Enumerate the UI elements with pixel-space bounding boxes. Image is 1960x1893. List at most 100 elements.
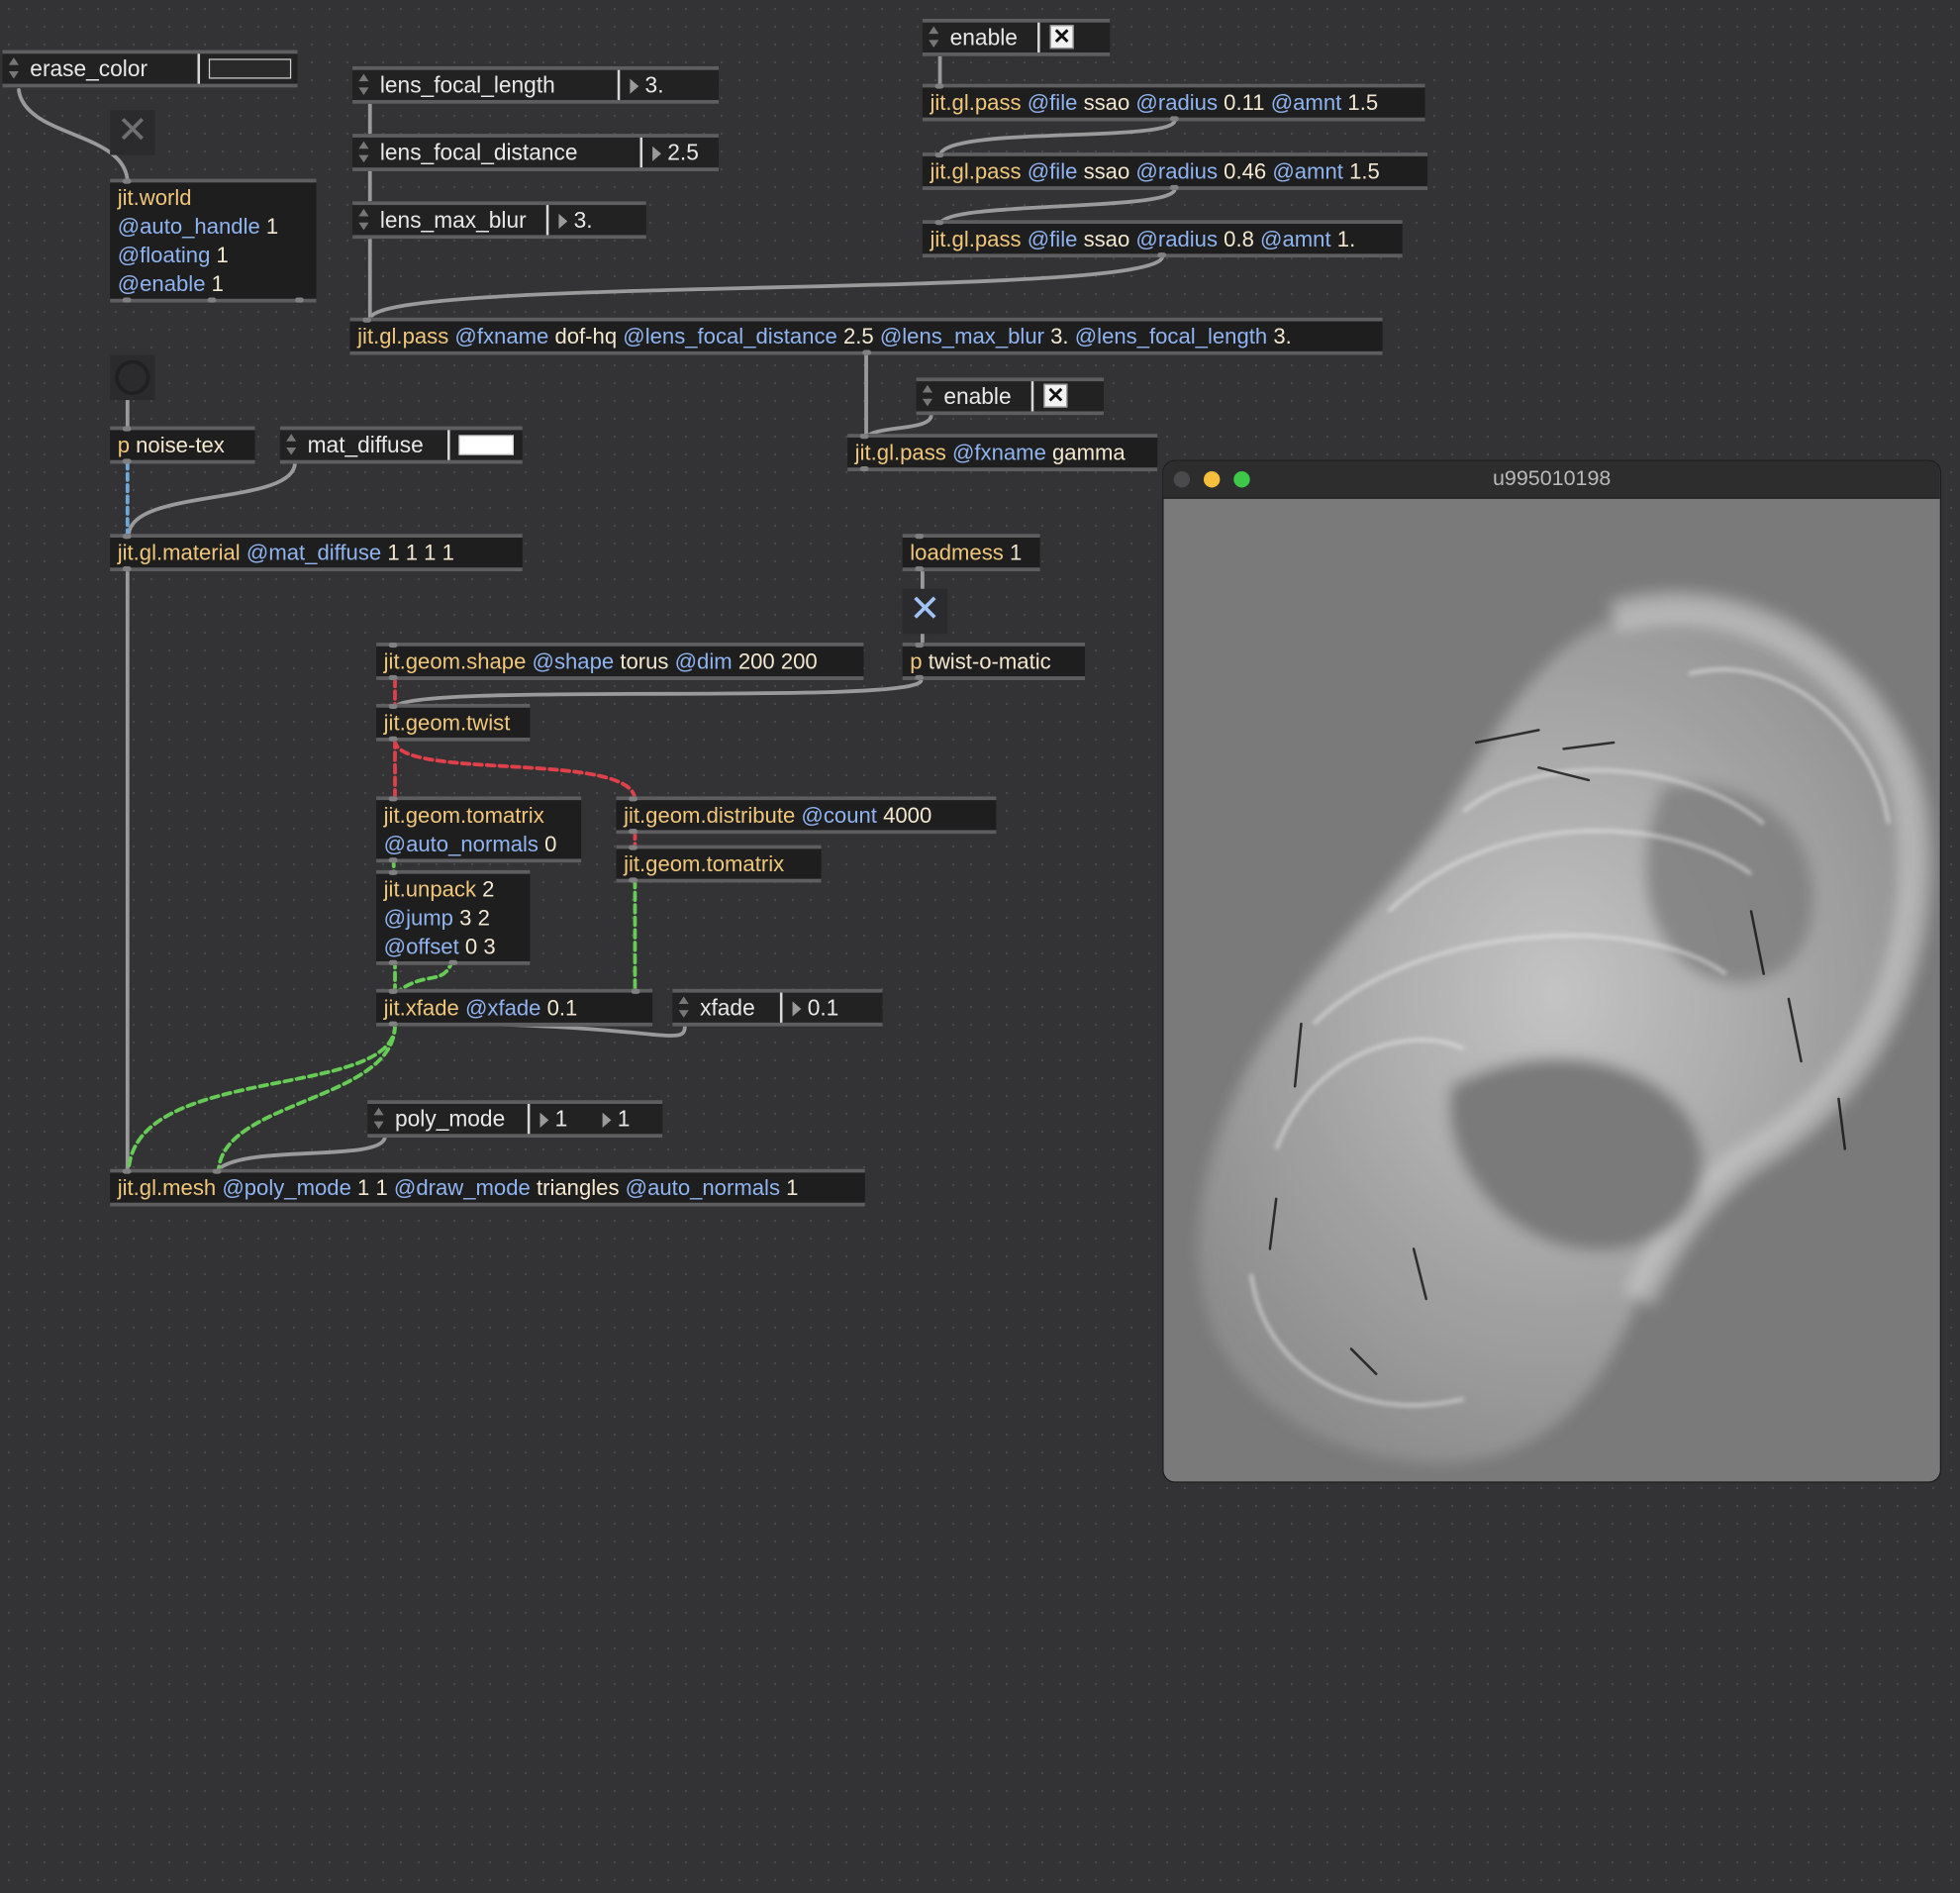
window-title: u995010198 (1492, 465, 1612, 490)
outlet[interactable] (915, 674, 925, 680)
lens-focal-distance-attrui[interactable]: lens_focal_distance 2.5 (352, 134, 720, 171)
jit-geom-distribute-object[interactable]: jit.geom.distribute @count 4000 (616, 796, 997, 835)
inlet[interactable] (122, 426, 132, 432)
attr-number-box[interactable]: 0.1 (793, 993, 839, 1023)
noise-bang[interactable] (110, 354, 155, 401)
attr-stepper-icon[interactable] (677, 995, 690, 1020)
outlet[interactable] (388, 736, 398, 742)
erase-color-swatch[interactable] (208, 58, 292, 79)
inlet[interactable] (388, 643, 398, 648)
outlet[interactable] (448, 959, 458, 965)
ssao-pass-2[interactable]: jit.gl.pass @file ssao @radius 0.46 @amn… (922, 152, 1428, 190)
render-viewport[interactable] (1163, 498, 1940, 1482)
render-window[interactable]: u995010198 (1162, 459, 1941, 1483)
enable-attrui-top[interactable]: enable ✕ (922, 18, 1111, 56)
jit-geom-tomatrix-object-1[interactable]: jit.geom.tomatrix @auto_normals 0 (376, 796, 582, 863)
attr-stepper-icon[interactable] (357, 140, 370, 164)
twisted-torus-render (1197, 591, 1932, 1463)
erase-color-attrui[interactable]: erase_color (2, 50, 298, 88)
cord-twist-to-distribute (393, 738, 637, 803)
xfade-attrui[interactable]: xfade 0.1 (672, 988, 883, 1027)
patch-canvas[interactable]: erase_color ✕ jit.world @auto_handle 1 @… (0, 0, 1960, 1893)
inlet[interactable] (629, 796, 637, 802)
inlet[interactable] (934, 83, 944, 89)
lens-max-blur-attrui[interactable]: lens_max_blur 3. (352, 201, 646, 240)
outlet[interactable] (294, 297, 304, 303)
ssao-pass-3[interactable]: jit.gl.pass @file ssao @radius 0.8 @amnt… (922, 220, 1403, 258)
inlet[interactable] (388, 988, 398, 994)
attr-stepper-icon[interactable] (8, 56, 21, 81)
outlet[interactable] (122, 297, 132, 303)
attr-number-box[interactable]: 3. (558, 205, 593, 235)
inlet[interactable] (388, 869, 398, 875)
attr-stepper-icon[interactable] (922, 384, 934, 409)
twist-toggle[interactable]: ✕ (902, 588, 948, 635)
inlet[interactable] (388, 796, 398, 802)
window-titlebar[interactable]: u995010198 (1163, 460, 1940, 499)
attr-stepper-icon[interactable] (357, 72, 370, 97)
inlet[interactable] (915, 643, 925, 648)
jit-geom-tomatrix-object-2[interactable]: jit.geom.tomatrix (616, 845, 822, 883)
outlet[interactable] (915, 566, 925, 572)
inlet[interactable] (388, 703, 398, 709)
inlet[interactable] (122, 534, 132, 540)
attr-stepper-icon[interactable] (357, 208, 370, 233)
jit-geom-shape-object[interactable]: jit.geom.shape @shape torus @dim 200 200 (376, 643, 864, 680)
jit-xfade-object[interactable]: jit.xfade @xfade 0.1 (376, 988, 653, 1027)
mat-diffuse-attrui[interactable]: mat_diffuse (279, 426, 523, 464)
jit-unpack-object[interactable]: jit.unpack 2 @jump 3 2 @offset 0 3 (376, 869, 531, 965)
inlet[interactable] (362, 317, 372, 323)
outlet[interactable] (859, 465, 869, 472)
attr-separator (447, 430, 450, 460)
attr-stepper-icon[interactable] (372, 1106, 385, 1131)
cord-xfade-to-mesh-a (127, 1023, 397, 1171)
attr-stepper-icon[interactable] (928, 25, 940, 50)
inlet[interactable] (934, 220, 944, 226)
ssao-pass-1[interactable]: jit.gl.pass @file ssao @radius 0.11 @amn… (922, 83, 1425, 122)
cord-matdiffuse-to-material (127, 460, 297, 538)
attr-number-box-2[interactable]: 1 (603, 1104, 631, 1134)
outlet[interactable] (122, 458, 132, 464)
outlet[interactable] (388, 1021, 398, 1027)
loadmess-object[interactable]: loadmess 1 (902, 534, 1040, 572)
jit-gl-material-object[interactable]: jit.gl.material @mat_diffuse 1 1 1 1 (110, 534, 523, 572)
attr-number-box[interactable]: 3. (630, 70, 664, 100)
lens-focal-length-attrui[interactable]: lens_focal_length 3. (352, 65, 720, 104)
inlet[interactable] (631, 988, 640, 994)
jit-gl-mesh-object[interactable]: jit.gl.mesh @poly_mode 1 1 @draw_mode tr… (110, 1168, 865, 1207)
outlet[interactable] (122, 566, 132, 572)
inlet[interactable] (629, 845, 637, 850)
enable-attrui-mid[interactable]: enable ✕ (916, 377, 1104, 416)
world-toggle[interactable]: ✕ (110, 110, 155, 155)
twist-o-matic-subpatch[interactable]: p twist-o-matic (902, 643, 1086, 680)
attr-number-box-1[interactable]: 1 (539, 1104, 568, 1134)
inlet[interactable] (122, 1168, 132, 1174)
outlet[interactable] (1169, 184, 1179, 190)
inlet[interactable] (934, 152, 944, 158)
jit-geom-twist-object[interactable]: jit.geom.twist (376, 703, 531, 742)
outlet[interactable] (207, 297, 217, 303)
dof-pass[interactable]: jit.gl.pass @fxname dof-hq @lens_focal_d… (349, 317, 1383, 355)
toggle-x-icon: ✕ (909, 588, 941, 631)
inlet[interactable] (915, 534, 925, 540)
attr-number-box[interactable]: 2.5 (652, 138, 699, 167)
outlet[interactable] (388, 857, 398, 863)
noise-tex-subpatch[interactable]: p noise-tex (110, 426, 255, 464)
enable-checkbox[interactable]: ✕ (1043, 383, 1068, 408)
inlet[interactable] (122, 178, 132, 184)
outlet[interactable] (388, 959, 398, 965)
outlet[interactable] (629, 829, 637, 835)
jit-world-object[interactable]: jit.world @auto_handle 1 @floating 1 @en… (110, 178, 317, 303)
outlet[interactable] (1169, 116, 1179, 122)
outlet[interactable] (862, 349, 872, 355)
outlet[interactable] (388, 674, 398, 680)
inlet[interactable] (859, 434, 869, 440)
mat-diffuse-swatch[interactable] (458, 435, 514, 455)
gamma-pass[interactable]: jit.gl.pass @fxname gamma (847, 434, 1158, 472)
attr-stepper-icon[interactable] (285, 433, 298, 457)
outlet[interactable] (629, 877, 637, 883)
enable-checkbox[interactable]: ✕ (1049, 25, 1074, 50)
outlet[interactable] (1157, 252, 1167, 258)
inlet[interactable] (212, 1168, 222, 1174)
poly-mode-attrui[interactable]: poly_mode 1 1 (367, 1100, 663, 1139)
